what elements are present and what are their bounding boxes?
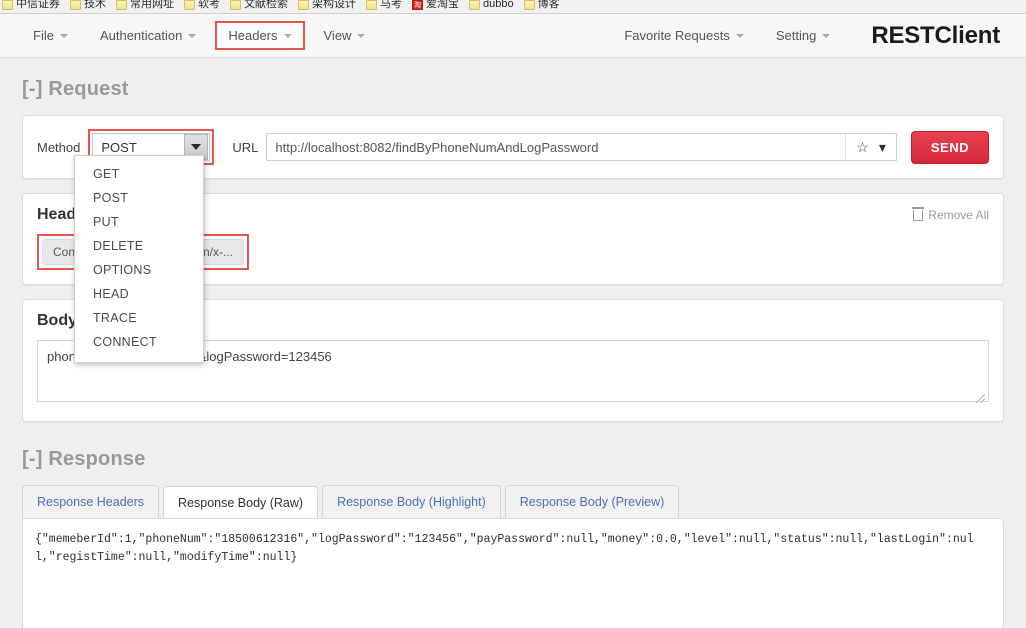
bookmark-label: 爱淘宝 [426,0,459,10]
menu-authentication-label: Authentication [99,28,183,43]
bookmark-item[interactable]: 架构设计 [298,0,356,10]
bookmark-label: 文献检索 [244,0,288,10]
response-body-box: {"memeberId":1,"phoneNum":"18500612316",… [22,518,1004,628]
app-menubar: File Authentication Headers View Favorit… [0,14,1026,58]
remove-all-button[interactable]: Remove All [912,206,989,222]
bookmark-item[interactable]: 常用网址 [116,0,174,10]
bookmark-label: 架构设计 [312,0,356,10]
bookmark-label: 软考 [198,0,220,10]
url-label: URL [232,139,259,155]
menubar-right-group: Favorite Requests Setting RESTClient [611,21,1006,50]
method-option-trace[interactable]: TRACE [75,306,203,330]
url-input[interactable] [267,139,846,155]
tab-response-body-highlight[interactable]: Response Body (Highlight) [322,485,501,518]
response-tabs: Response Headers Response Body (Raw) Res… [22,485,1004,519]
bookmark-item[interactable]: 博客 [523,0,560,10]
url-box: ☆ ▾ [266,133,897,161]
send-button[interactable]: SEND [910,130,989,164]
menubar-left-group: File Authentication Headers View [20,21,384,50]
menu-headers[interactable]: Headers [215,21,305,50]
method-option-put[interactable]: PUT [75,210,203,234]
url-addons: ☆ ▾ [845,134,896,160]
method-option-get[interactable]: GET [75,162,203,186]
bookmark-item[interactable]: 软考 [184,0,220,10]
chevron-down-icon[interactable]: ▾ [879,139,886,156]
taobao-icon: 淘 [412,0,423,10]
chevron-down-icon [357,33,366,38]
request-section-title[interactable]: [-] Request [22,78,1004,101]
method-selected-value: POST [101,139,137,155]
bookmark-label: 博客 [537,0,560,10]
folder-icon [230,0,241,10]
folder-icon [116,0,127,10]
method-option-head[interactable]: HEAD [75,282,203,306]
bookmark-item[interactable]: 中信证券 [2,0,60,10]
menu-view-label: View [323,28,352,43]
chevron-down-icon [822,33,831,38]
menu-file[interactable]: File [20,21,81,50]
menu-favorite-requests[interactable]: Favorite Requests [611,21,757,50]
chevron-down-icon [283,33,292,38]
bookmark-label: 常用网址 [130,0,174,10]
bookmark-label: 中信证券 [16,0,60,10]
chevron-down-icon [735,33,744,38]
bookmark-item[interactable]: 淘 爱淘宝 [412,0,459,10]
menu-headers-label: Headers [228,28,278,43]
method-option-options[interactable]: OPTIONS [75,258,203,282]
chevron-down-icon [188,33,197,38]
bookmark-item[interactable]: dubbo [469,0,514,10]
app-brand-title: RESTClient [871,21,1000,49]
menu-favorite-requests-label: Favorite Requests [624,28,730,43]
body-title: Body [37,312,77,329]
folder-icon [469,0,480,10]
folder-icon [366,0,377,10]
folder-icon [523,0,535,10]
menu-view[interactable]: View [311,21,379,50]
bookmark-item[interactable]: 马考 [366,0,402,10]
folder-icon [70,0,81,10]
folder-icon [298,0,309,10]
remove-all-label: Remove All [928,208,989,222]
folder-icon [2,0,13,10]
bookmark-item[interactable]: 文献检索 [230,0,288,10]
trash-icon [912,206,925,221]
star-icon[interactable]: ☆ [856,139,869,156]
menu-setting[interactable]: Setting [763,21,843,50]
menu-authentication[interactable]: Authentication [87,21,209,50]
menu-setting-label: Setting [775,28,817,43]
chevron-down-icon [59,33,68,38]
tab-response-headers[interactable]: Response Headers [22,485,160,518]
tab-response-body-raw[interactable]: Response Body (Raw) [163,486,319,519]
method-option-post[interactable]: POST [75,186,203,210]
menu-file-label: File [33,28,54,43]
response-section-title[interactable]: [-] Response [22,448,1004,471]
bookmark-label: 技术 [84,0,106,10]
browser-bookmark-bar: 中信证券 技术 常用网址 软考 文献检索 架构设计 马考 淘 爱淘宝 dubbo… [0,0,1026,14]
bookmark-label: dubbo [483,0,514,10]
response-body-text: {"memeberId":1,"phoneNum":"18500612316",… [35,533,974,564]
method-option-connect[interactable]: CONNECT [75,330,203,354]
method-option-delete[interactable]: DELETE [75,234,203,258]
method-dropdown-menu[interactable]: GET POST PUT DELETE OPTIONS HEAD TRACE C… [74,155,204,363]
method-label: Method [37,139,81,155]
bookmark-item[interactable]: 技术 [70,0,106,10]
folder-icon [184,0,195,10]
bookmark-label: 马考 [380,0,402,10]
tab-response-body-preview[interactable]: Response Body (Preview) [504,485,680,518]
